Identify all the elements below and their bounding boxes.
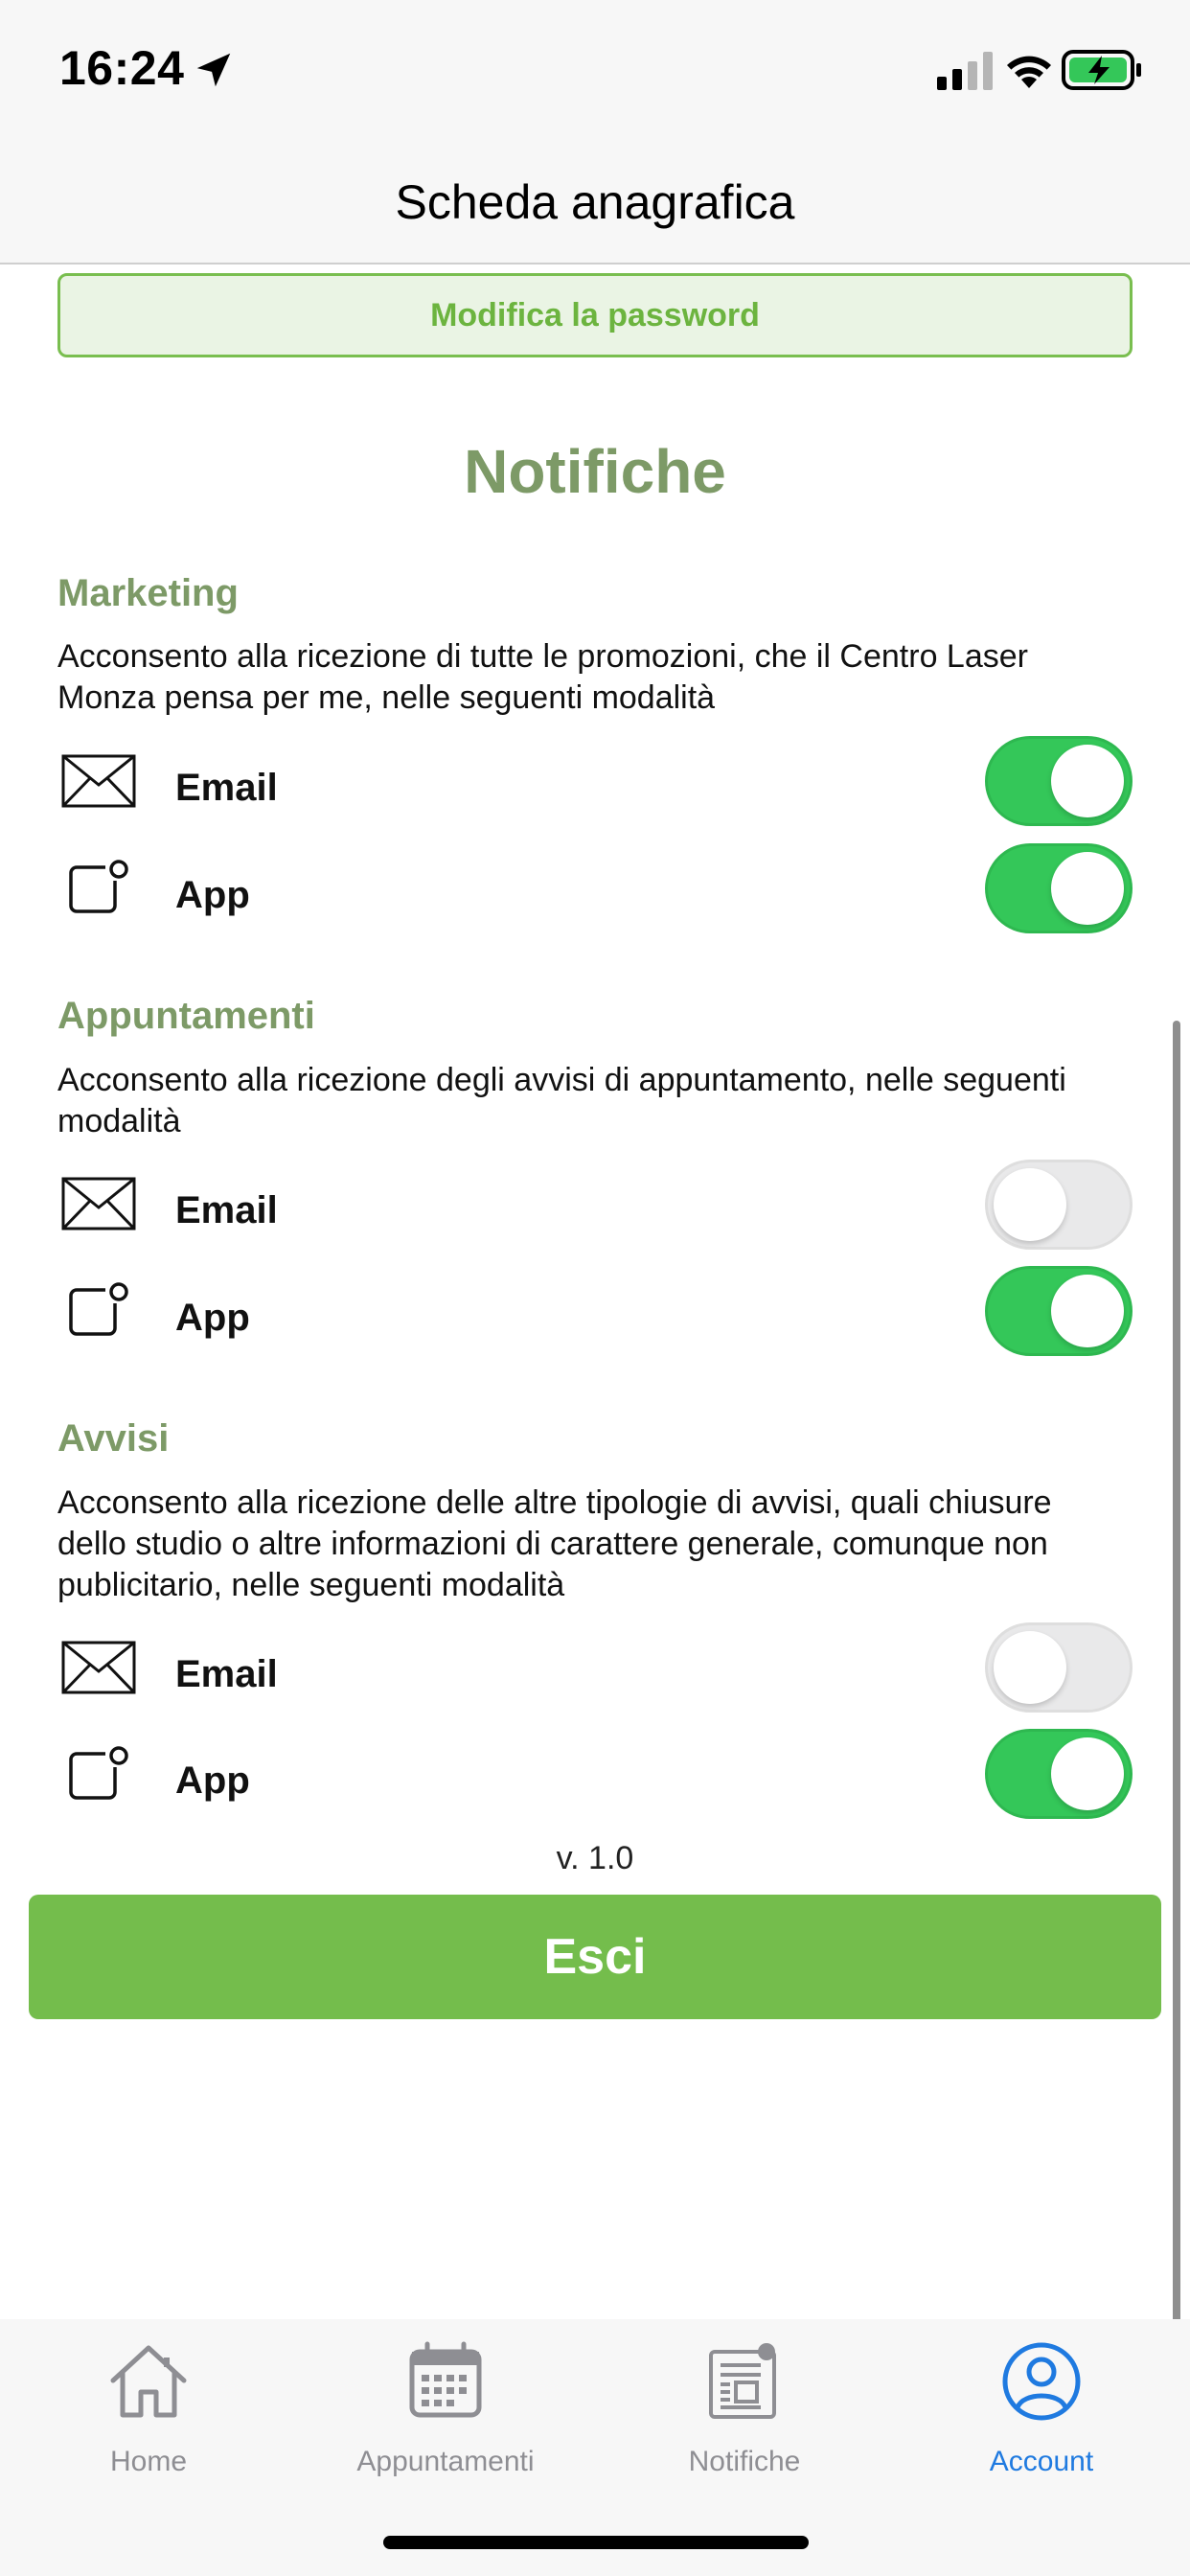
status-bar: 16:24 (0, 0, 1190, 144)
home-indicator[interactable] (383, 2536, 809, 2549)
avvisi-email-label: Email (175, 1653, 278, 1695)
envelope-icon (61, 754, 136, 808)
tab-notifiche[interactable]: Notifiche (601, 2338, 888, 2482)
avvisi-email-toggle[interactable] (985, 1622, 1133, 1713)
marketing-app-label: App (175, 874, 250, 916)
tab-appuntamenti[interactable]: Appuntamenti (302, 2338, 589, 2482)
notifications-heading: Notifiche (464, 437, 726, 506)
battery-charging-icon (1062, 50, 1141, 90)
group-description-appuntamenti: Acconsento alla ricezione degli avvisi d… (57, 1062, 1066, 1139)
avvisi-app-toggle[interactable] (985, 1729, 1133, 1819)
appuntamenti-app-toggle[interactable] (985, 1266, 1133, 1356)
app-version: v. 1.0 (556, 1840, 634, 1876)
toggle-knob (1051, 1275, 1124, 1347)
wifi-icon (1007, 56, 1051, 88)
group-title-appuntamenti: Appuntamenti (57, 995, 315, 1037)
scroll-indicator[interactable] (1173, 1021, 1180, 2329)
location-arrow-icon (196, 53, 231, 87)
group-title-marketing: Marketing (57, 572, 239, 614)
app-notification-icon (69, 1746, 128, 1800)
toggle-knob (994, 1168, 1066, 1241)
page-title: Scheda anagrafica (395, 175, 795, 229)
app-notification-icon (69, 1282, 128, 1336)
house-icon (110, 2345, 187, 2418)
tab-label: Account (989, 2446, 1094, 2477)
toggle-knob (1051, 852, 1124, 925)
app-notification-icon (69, 860, 128, 913)
marketing-email-label: Email (175, 767, 278, 809)
status-time: 16:24 (59, 41, 185, 95)
tab-label: Appuntamenti (356, 2446, 535, 2477)
cellular-signal-icon (937, 52, 993, 90)
marketing-email-toggle[interactable] (985, 736, 1133, 826)
tab-home[interactable]: Home (5, 2338, 292, 2482)
toggle-knob (994, 1631, 1066, 1704)
calendar-icon (409, 2341, 482, 2418)
toggle-knob (1051, 745, 1124, 817)
tab-account[interactable]: Account (898, 2338, 1185, 2482)
user-circle-icon (1002, 2342, 1081, 2421)
toggle-knob (1051, 1737, 1124, 1810)
group-title-avvisi: Avvisi (57, 1417, 170, 1460)
group-description-marketing: Acconsento alla ricezione di tutte le pr… (57, 638, 1028, 716)
envelope-icon (61, 1641, 136, 1694)
appuntamenti-email-toggle[interactable] (985, 1160, 1133, 1250)
avvisi-app-label: App (175, 1760, 250, 1802)
marketing-app-toggle[interactable] (985, 843, 1133, 933)
logout-button[interactable]: Esci (29, 1895, 1161, 2019)
envelope-icon (61, 1177, 136, 1230)
newspaper-icon (709, 2343, 776, 2419)
group-description-avvisi: Acconsento alla ricezione delle altre ti… (57, 1484, 1052, 1603)
navigation-bar: Scheda anagrafica (0, 144, 1190, 264)
tab-label: Home (109, 2446, 188, 2477)
appuntamenti-email-label: Email (175, 1189, 278, 1231)
appuntamenti-app-label: App (175, 1297, 250, 1339)
change-password-button[interactable]: Modifica la password (57, 273, 1133, 357)
tab-label: Notifiche (688, 2446, 801, 2477)
